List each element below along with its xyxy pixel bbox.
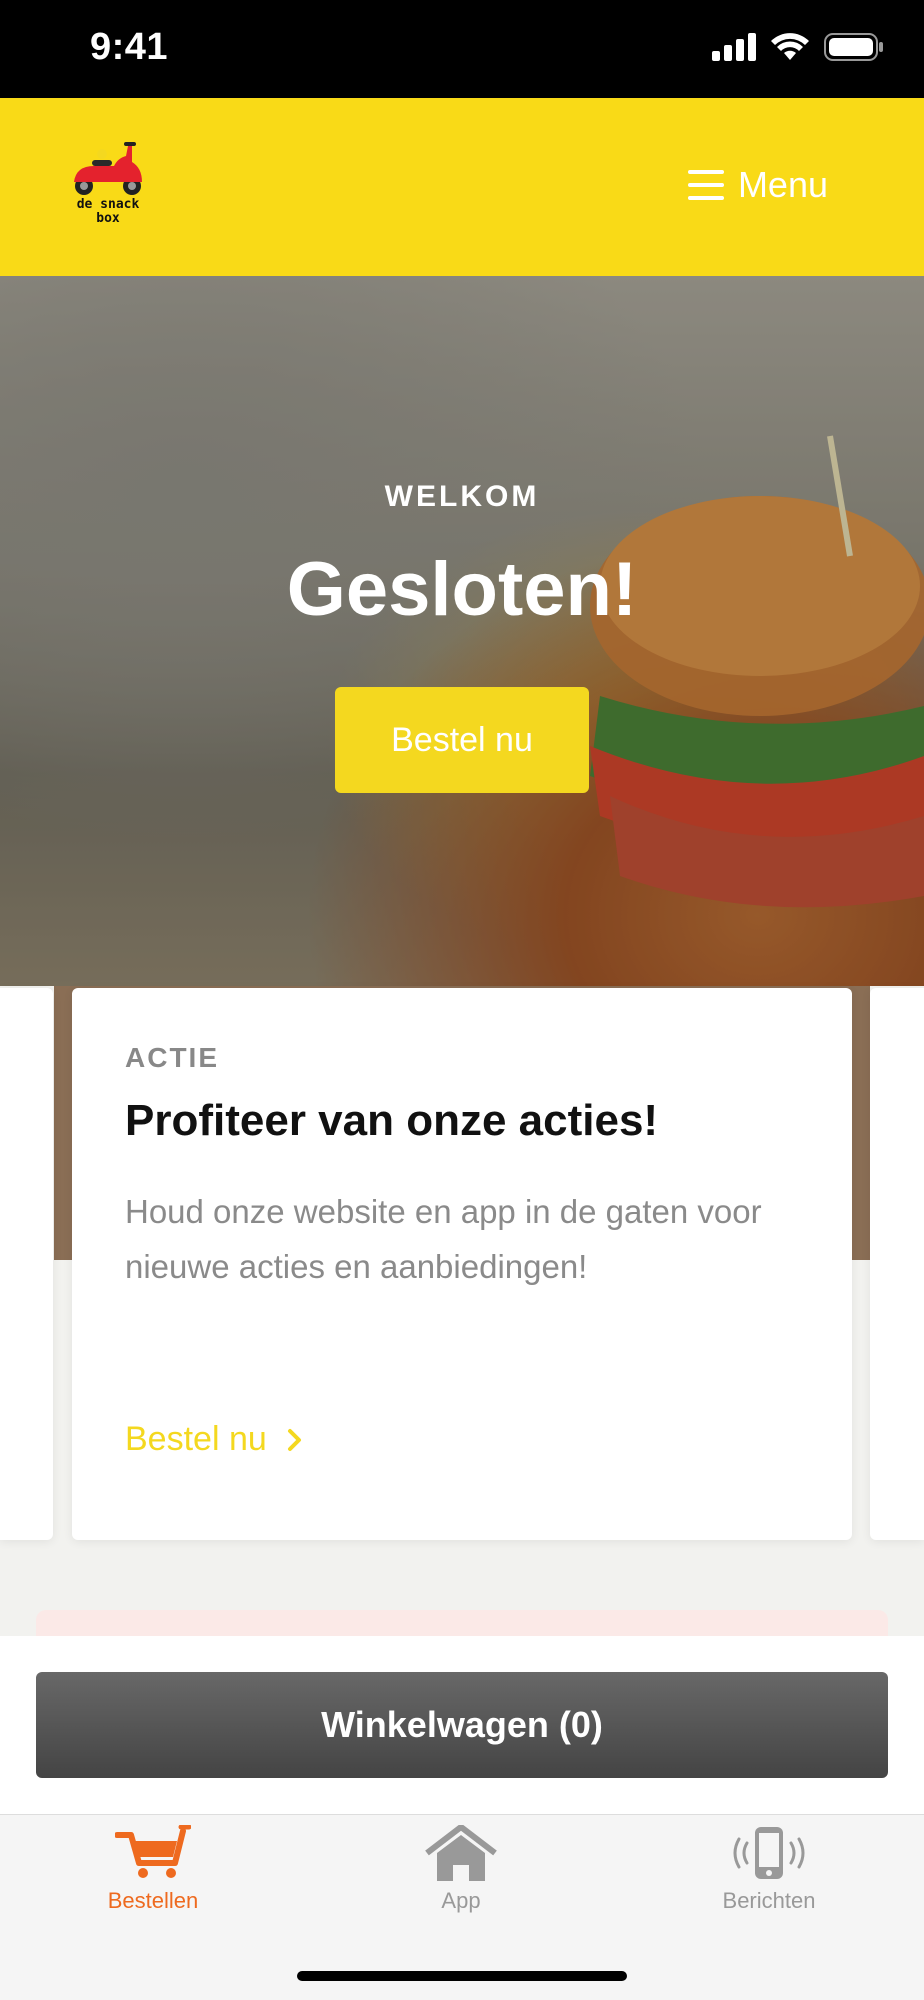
promo-title: Profiteer van onze acties! <box>125 1096 659 1145</box>
promo-order-link[interactable]: Bestel nu <box>125 1420 303 1459</box>
app-header: de snack box Menu <box>0 98 924 276</box>
tab-app[interactable]: App <box>351 1824 571 1914</box>
signal-icon <box>712 33 756 61</box>
logo-text: de snack box <box>76 197 140 226</box>
tab-bestellen-label: Bestellen <box>107 1888 199 1913</box>
menu-button[interactable]: Menu <box>687 164 828 206</box>
status-icons <box>712 32 884 62</box>
promo-card[interactable]: ACTIE Profiteer van onze acties! Houd on… <box>72 988 852 1540</box>
notice-bar <box>36 1610 888 1636</box>
scooter-logo-icon <box>74 142 142 195</box>
cart-button[interactable]: Winkelwagen (0) <box>36 1672 888 1778</box>
hamburger-icon <box>687 170 724 200</box>
chevron-right-icon <box>287 1428 301 1451</box>
battery-icon <box>824 33 883 61</box>
hero-title: Gesloten! <box>286 547 638 632</box>
logo[interactable]: de snack box <box>68 138 148 233</box>
carousel-card-next[interactable] <box>870 988 924 1540</box>
menu-label: Menu <box>737 164 828 205</box>
promo-label: ACTIE <box>125 1042 219 1073</box>
phone-ring-icon <box>733 1827 805 1879</box>
status-time: 9:41 <box>90 26 169 68</box>
cart-icon <box>114 1824 192 1878</box>
cart-area: Winkelwagen (0) <box>0 1636 924 1814</box>
wifi-icon <box>771 33 809 60</box>
promo-text: Houd onze website en app in de gaten voo… <box>125 1193 762 1285</box>
hero-banner: WELKOM Gesloten! Bestel nu <box>0 276 924 986</box>
tab-berichten-label: Berichten <box>722 1888 816 1913</box>
order-now-button[interactable]: Bestel nu <box>335 687 589 793</box>
tab-app-label: App <box>441 1888 481 1913</box>
tab-berichten[interactable]: Berichten <box>659 1825 879 1914</box>
home-icon <box>425 1824 497 1881</box>
hero-subtitle: WELKOM <box>384 480 540 513</box>
home-indicator <box>297 1971 627 1981</box>
carousel-card-previous[interactable] <box>0 988 53 1540</box>
status-bar: 9:41 <box>0 0 924 98</box>
promo-link-label: Bestel nu <box>125 1420 267 1458</box>
tab-bestellen[interactable]: Bestellen <box>43 1824 263 1914</box>
